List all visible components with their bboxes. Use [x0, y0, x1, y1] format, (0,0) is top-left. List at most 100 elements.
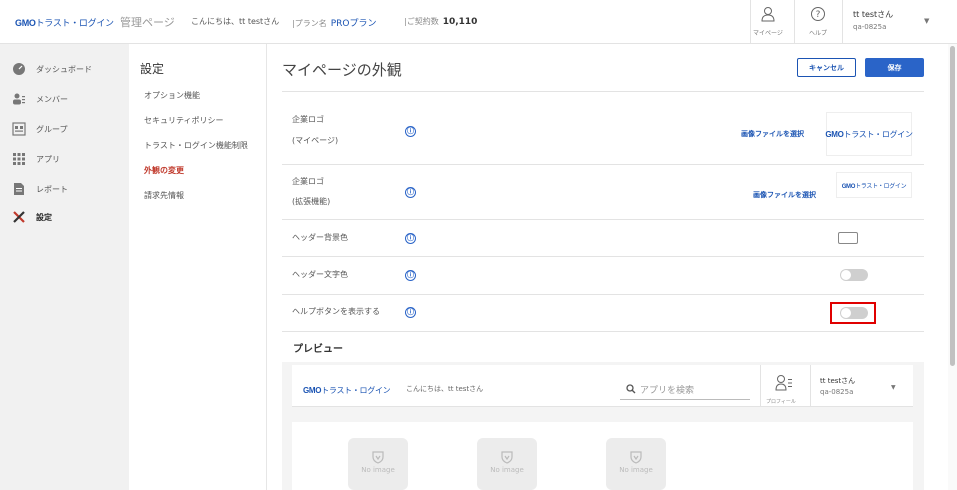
help-button[interactable]: ? ヘルプ	[798, 6, 838, 37]
extension-logo-image: GMOトラスト・ログイン	[841, 183, 907, 190]
report-icon	[14, 183, 24, 195]
info-icon[interactable]: ⓘ	[405, 307, 416, 318]
header-bg-color-label: ヘッダー背景色	[292, 233, 348, 242]
show-help-button-label: ヘルプボタンを表示する	[292, 307, 380, 316]
help-label: ヘルプ	[808, 30, 827, 37]
divider	[282, 331, 924, 332]
help-icon: ?	[811, 7, 825, 21]
no-image-tile: No image	[606, 438, 666, 490]
company-logo-mypage-sublabel: (マイページ)	[292, 136, 339, 145]
subnav-item-options[interactable]: オプション機能	[144, 90, 200, 101]
mypage-label: マイページ	[753, 30, 783, 37]
sidebar-item-settings[interactable]: 設定	[12, 209, 52, 225]
admin-page-label: 管理ページ	[120, 16, 175, 29]
sidebar-item-label: アプリ	[36, 154, 60, 164]
shield-icon	[501, 451, 513, 464]
scrollbar-thumb[interactable]	[950, 46, 955, 366]
mypage-button[interactable]: マイページ	[748, 6, 788, 37]
search-icon	[626, 384, 636, 397]
preview-divider	[760, 365, 761, 407]
header-bg-color-picker[interactable]	[838, 232, 858, 244]
sidebar-item-label: レポート	[36, 184, 68, 194]
sidebar-item-label: ダッシュボード	[36, 64, 92, 74]
company-logo-extension-label: 企業ロゴ	[292, 177, 324, 186]
no-image-label: No image	[361, 466, 395, 474]
no-image-tile: No image	[348, 438, 408, 490]
settings-tools-icon	[13, 211, 25, 223]
preview-search-placeholder: アプリを検索	[640, 386, 695, 396]
info-icon[interactable]: ⓘ	[405, 233, 416, 244]
header-divider	[794, 0, 795, 44]
sidebar-item-dashboard[interactable]: ダッシュボード	[12, 61, 92, 77]
user-menu[interactable]: tt testさん qa-0825a	[853, 9, 893, 33]
group-icon	[12, 122, 26, 136]
sidebar-item-label: グループ	[36, 124, 68, 134]
preview-divider	[810, 365, 811, 407]
cancel-button[interactable]: キャンセル	[797, 58, 856, 77]
plan-value: PROプラン	[330, 19, 377, 29]
preview-user-code: qa-0825a	[820, 388, 854, 396]
company-logo-preview: GMOトラスト・ログイン	[825, 112, 913, 156]
divider	[282, 294, 924, 295]
preview-title: プレビュー	[293, 344, 343, 355]
shield-icon	[372, 451, 384, 464]
apps-icon	[13, 153, 25, 165]
divider	[282, 91, 924, 92]
chevron-down-icon: ▼	[891, 384, 896, 391]
profile-icon[interactable]	[775, 374, 793, 395]
sidebar-item-group[interactable]: グループ	[12, 121, 68, 137]
chevron-down-icon[interactable]: ▼	[924, 17, 929, 25]
dashboard-icon	[13, 63, 25, 75]
contract-value: 10,110	[442, 17, 478, 27]
no-image-label: No image	[619, 466, 653, 474]
members-icon	[13, 93, 25, 105]
plan-label: |プラン名	[292, 19, 327, 28]
subnav-item-security-policy[interactable]: セキュリティポリシー	[144, 115, 224, 126]
preview-user-menu: tt testさん qa-0825a	[820, 376, 855, 398]
highlight-box	[830, 302, 876, 324]
no-image-tile: No image	[477, 438, 537, 490]
plan-info: |プラン名 PROプラン	[292, 16, 376, 29]
person-icon	[761, 7, 775, 22]
subnav-item-billing[interactable]: 請求先情報	[144, 190, 184, 201]
sidebar-item-label: メンバー	[36, 94, 68, 104]
contract-info: |ご契約数 10,110	[404, 16, 477, 27]
user-code: qa-0825a	[853, 23, 887, 31]
preview-greeting: こんにちは、tt testさん	[406, 385, 484, 393]
company-logo-extension-sublabel: (拡張機能)	[292, 197, 331, 206]
info-icon[interactable]: ⓘ	[405, 187, 416, 198]
scrollbar[interactable]	[948, 44, 957, 490]
sidebar-item-report[interactable]: レポート	[12, 181, 68, 197]
save-button[interactable]: 保存	[865, 58, 924, 77]
user-name: tt testさん	[853, 10, 894, 19]
toggle-knob	[841, 270, 851, 280]
company-logo-image: GMOトラスト・ログイン	[825, 129, 913, 139]
preview-profile-label: プロフィール	[766, 399, 796, 405]
shield-icon	[630, 451, 642, 464]
divider	[282, 219, 924, 220]
subnav-item-appearance[interactable]: 外観の変更	[144, 165, 184, 176]
header-text-color-toggle[interactable]	[840, 269, 868, 281]
greeting-text: こんにちは、tt testさん	[191, 17, 280, 26]
no-image-label: No image	[490, 466, 524, 474]
sidebar-item-members[interactable]: メンバー	[12, 91, 68, 107]
subnav-title: 設定	[140, 62, 165, 76]
settings-subnav: 設定 オプション機能 セキュリティポリシー トラスト・ログイン機能制限 外観の変…	[129, 44, 267, 490]
brand-logo[interactable]: GMOトラスト・ログイン	[15, 16, 114, 29]
sidebar-item-apps[interactable]: アプリ	[12, 151, 60, 167]
sidebar-item-label: 設定	[36, 212, 52, 222]
select-image-file-button[interactable]: 画像ファイルを選択	[741, 129, 804, 139]
info-icon[interactable]: ⓘ	[405, 126, 416, 137]
info-icon[interactable]: ⓘ	[405, 270, 416, 281]
sidebar: ダッシュボード メンバー グループ アプリ レポート 設定	[0, 44, 129, 490]
top-header: GMOトラスト・ログイン 管理ページ こんにちは、tt testさん |プラン名…	[0, 0, 957, 44]
preview-user-name: tt testさん	[820, 377, 856, 385]
extension-logo-preview: GMOトラスト・ログイン	[836, 172, 912, 198]
select-image-file-button[interactable]: 画像ファイルを選択	[753, 190, 816, 200]
page-title: マイページの外観	[282, 61, 402, 79]
header-text-color-label: ヘッダー文字色	[292, 270, 348, 279]
subnav-item-function-limits[interactable]: トラスト・ログイン機能制限	[144, 140, 248, 151]
contract-label: |ご契約数	[404, 17, 439, 26]
svg-text:?: ?	[816, 10, 821, 20]
divider	[282, 256, 924, 257]
